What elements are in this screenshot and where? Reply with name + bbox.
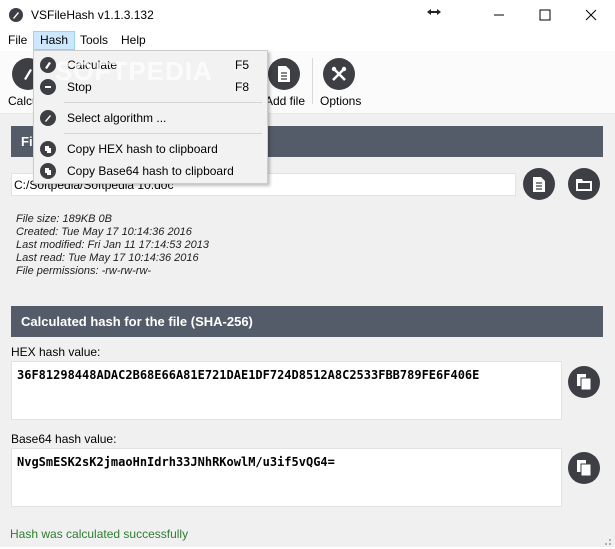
stop-icon <box>40 79 56 95</box>
close-button[interactable] <box>568 0 614 30</box>
menu-item-label: Select algorithm ... <box>67 111 167 125</box>
menu-tools[interactable]: Tools <box>74 31 114 50</box>
window-title: VSFileHash v1.1.3.132 <box>31 8 154 22</box>
hex-hash-field[interactable]: 36F81298448ADAC2B68E66A81E721DAE1DF724D8… <box>11 361 562 420</box>
menu-item-select-algorithm[interactable]: Select algorithm ... <box>34 107 267 129</box>
menu-item-label: Copy Base64 hash to clipboard <box>67 164 234 178</box>
close-icon <box>585 9 597 21</box>
hex-hash-label: HEX hash value: <box>11 345 101 359</box>
options-tool-label: Options <box>320 94 362 108</box>
menu-item-copy-base64[interactable]: Copy Base64 hash to clipboard <box>34 160 267 182</box>
minimize-icon <box>494 14 504 16</box>
base64-hash-value: NvgSmESK2sK2jmaoHnIdrh33JNhRKowlM/u3if5v… <box>17 455 335 469</box>
hex-hash-value: 36F81298448ADAC2B68E66A81E721DAE1DF724D8… <box>17 368 480 382</box>
minimize-button[interactable] <box>476 0 522 30</box>
maximize-button[interactable] <box>522 0 568 30</box>
menu-separator <box>64 102 262 103</box>
toolbar-divider <box>312 58 313 104</box>
calculate-icon <box>40 57 56 73</box>
folder-icon <box>576 178 592 191</box>
copy-base64-button[interactable] <box>568 452 600 484</box>
file-info: File size: 189KB 0B Created: Tue May 17 … <box>16 213 209 278</box>
copy-hex-button[interactable] <box>568 366 600 398</box>
add-file-tool-button[interactable] <box>268 58 300 90</box>
copy-icon <box>40 141 56 157</box>
softpedia-watermark: SOFTPEDIA <box>55 56 213 86</box>
menu-item-shortcut: F8 <box>235 80 250 94</box>
menu-hash[interactable]: Hash <box>33 31 76 50</box>
browse-file-button[interactable] <box>523 168 555 200</box>
menu-item-copy-hex[interactable]: Copy HEX hash to clipboard <box>34 138 267 160</box>
menu-file[interactable]: File <box>2 31 33 50</box>
hash-section-header: Calculated hash for the file (SHA-256) <box>11 306 603 337</box>
file-permissions: File permissions: -rw-rw-rw- <box>16 265 152 277</box>
copy-icon <box>40 163 56 179</box>
file-last-modified: Last modified: Fri Jan 11 17:14:53 2013 <box>16 239 210 251</box>
base64-hash-label: Base64 hash value: <box>11 432 117 446</box>
base64-hash-field[interactable]: NvgSmESK2sK2jmaoHnIdrh33JNhRKowlM/u3if5v… <box>11 448 562 507</box>
document-icon <box>533 176 545 192</box>
hash-section-title: Calculated hash for the file (SHA-256) <box>21 314 253 329</box>
options-tool-button[interactable] <box>323 58 355 90</box>
file-size: File size: 189KB 0B <box>16 213 112 225</box>
menu-item-shortcut: F5 <box>235 58 250 72</box>
maximize-icon <box>539 9 551 21</box>
menu-help[interactable]: Help <box>115 31 152 50</box>
tools-icon <box>323 58 355 90</box>
copy-icon <box>577 374 592 391</box>
resize-arrows-icon[interactable] <box>424 3 444 21</box>
status-text: Hash was calculated successfully <box>10 527 189 541</box>
copy-icon <box>577 460 592 477</box>
file-created: Created: Tue May 17 10:14:36 2016 <box>16 226 192 238</box>
menu-separator <box>64 133 262 134</box>
open-folder-button[interactable] <box>568 168 600 200</box>
add-file-tool-label: Add file <box>265 94 306 108</box>
add-file-icon <box>268 58 300 90</box>
file-last-read: Last read: Tue May 17 10:14:36 2016 <box>16 252 199 264</box>
resize-grip[interactable] <box>600 534 612 546</box>
app-icon <box>9 8 23 22</box>
algorithm-icon <box>40 110 56 126</box>
menu-item-label: Copy HEX hash to clipboard <box>67 142 218 156</box>
